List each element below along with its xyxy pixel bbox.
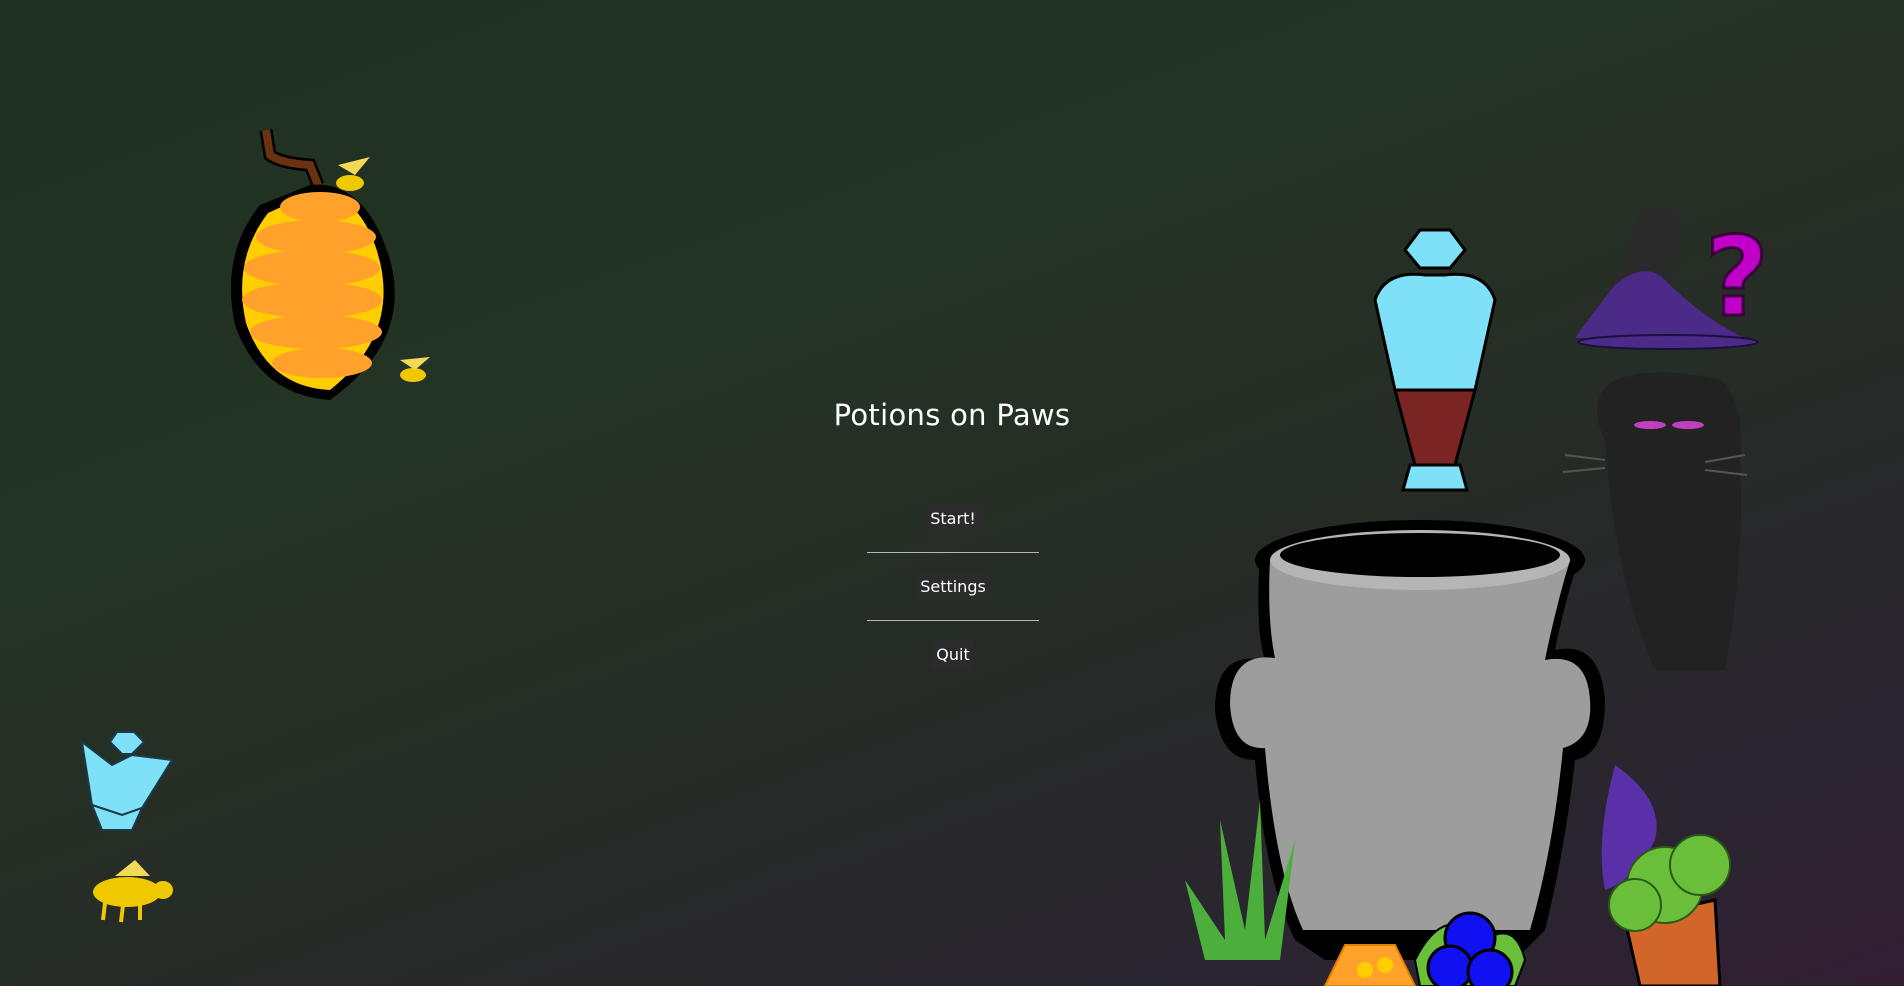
bee-icon xyxy=(400,357,430,382)
bee-icon xyxy=(93,860,173,923)
main-menu: Start! Settings Quit xyxy=(867,500,1039,688)
menu-spacer xyxy=(867,536,1039,552)
cauldron-scene: ? xyxy=(1185,206,1770,986)
bee-icon xyxy=(336,157,370,191)
cauldron-icon xyxy=(1215,520,1605,960)
menu-row-settings: Settings xyxy=(867,553,1039,620)
beehive-icon xyxy=(230,128,430,400)
question-mark-icon: ? xyxy=(1705,213,1769,341)
start-button[interactable]: Start! xyxy=(926,503,980,533)
quit-button[interactable]: Quit xyxy=(932,640,974,669)
crystal-flask-icon xyxy=(80,731,174,831)
menu-row-start: Start! xyxy=(867,500,1039,536)
menu-row-quit: Quit xyxy=(867,621,1039,688)
settings-button[interactable]: Settings xyxy=(916,572,990,601)
potion-flask-icon xyxy=(1373,228,1497,492)
black-cat-icon xyxy=(1562,372,1748,670)
